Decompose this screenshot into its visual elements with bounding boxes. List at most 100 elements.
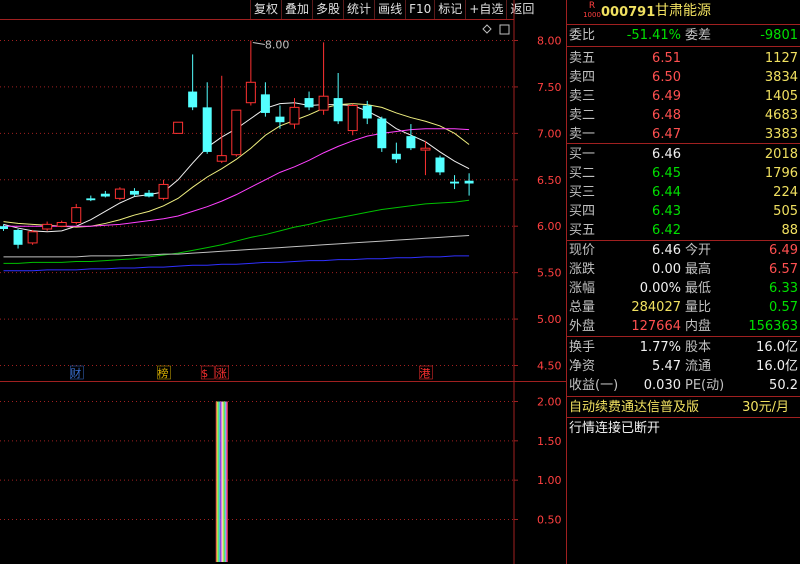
candle[interactable] — [318, 42, 329, 115]
fundamental-row[interactable]: 收益(一) 0.030 PE(动) 50.2 — [567, 376, 800, 395]
candle[interactable] — [333, 73, 343, 125]
candle[interactable] — [13, 229, 23, 249]
fund-value: 5.47 — [652, 359, 681, 374]
candle[interactable] — [188, 54, 198, 111]
candle-body-up — [245, 81, 256, 104]
sell-level-5[interactable]: 卖五 6.51 1127 — [567, 49, 800, 68]
stock-code[interactable]: 000791 — [601, 3, 655, 22]
candle-body-down — [129, 190, 139, 195]
candle[interactable] — [377, 116, 387, 152]
candle-body-up — [56, 222, 67, 227]
candle[interactable] — [304, 91, 314, 111]
candle[interactable] — [100, 190, 110, 198]
candle-body-down — [86, 198, 96, 201]
candle[interactable] — [216, 75, 227, 164]
fundamental-row[interactable]: 换手 1.77% 股本 16.0亿 — [567, 338, 800, 357]
buy-label: 买二 — [569, 166, 596, 181]
stock-name[interactable]: 甘肃能源 — [655, 2, 711, 21]
quote-label-2: 今开 — [685, 243, 712, 258]
quote-label: 外盘 — [569, 319, 596, 334]
candle-body-down — [304, 98, 314, 108]
candle[interactable] — [202, 82, 212, 154]
fundamental-row[interactable]: 净资 5.47 流通 16.0亿 — [567, 357, 800, 376]
candle-body-up — [289, 106, 300, 125]
quote-label-2: 最低 — [685, 281, 712, 296]
kline-chart[interactable]: 2.00 1.50 1.00 0.50 8.00 7.50 7.00 6.50 6.00 5.5… — [0, 0, 566, 564]
candle[interactable] — [420, 140, 431, 176]
candle[interactable] — [173, 121, 184, 134]
buy-volume: 1796 — [764, 166, 798, 181]
event-tag[interactable]: 榜 — [158, 366, 169, 380]
candle[interactable] — [56, 220, 67, 228]
quote-value: 0.00 — [652, 262, 681, 277]
buy-level-4[interactable]: 买四 6.43 505 — [567, 202, 800, 221]
candle[interactable] — [42, 221, 53, 231]
event-tag[interactable]: 财 — [70, 366, 81, 380]
candle[interactable] — [27, 229, 38, 245]
window-box-icon[interactable] — [499, 24, 510, 35]
buy-level-2[interactable]: 买二 6.45 1796 — [567, 164, 800, 183]
ma-line-ma250 — [3, 255, 470, 272]
sell-level-2[interactable]: 卖二 6.48 4683 — [567, 106, 800, 125]
candle[interactable] — [231, 109, 242, 157]
sell-volume: 1405 — [764, 89, 798, 104]
quote-row[interactable]: 外盘 127664 内盘 156363 — [567, 317, 800, 336]
buy-price: 6.43 — [652, 204, 681, 219]
quote-value: 127664 — [631, 319, 681, 334]
candle[interactable] — [158, 179, 169, 201]
sell-level-3[interactable]: 卖三 6.49 1405 — [567, 87, 800, 106]
promo-price[interactable]: 30元/月 — [742, 398, 789, 417]
candle-body-down — [391, 153, 401, 160]
indicator-bar-stripe — [226, 401, 228, 562]
quote-row[interactable]: 总量 284027 量比 0.57 — [567, 298, 800, 317]
candle-body-up — [318, 95, 329, 111]
sell-level-4[interactable]: 卖四 6.50 3834 — [567, 68, 800, 87]
sell-price: 6.51 — [652, 51, 681, 66]
quote-row[interactable]: 现价 6.46 今开 6.49 — [567, 241, 800, 260]
buy-label: 买一 — [569, 147, 596, 162]
event-tag[interactable]: $ — [201, 367, 208, 380]
indicator-y-tick: 1.00 — [537, 474, 562, 487]
sell-level-1[interactable]: 卖一 6.47 3383 — [567, 125, 800, 144]
y-tick-label: 7.50 — [537, 81, 562, 94]
candle[interactable] — [391, 142, 401, 164]
sell-label: 卖五 — [569, 51, 596, 66]
candle[interactable] — [71, 203, 82, 225]
indicator-bar-stripe — [221, 401, 223, 562]
indicator-y-tick: 1.50 — [537, 435, 562, 448]
candle[interactable] — [347, 103, 358, 136]
fund-value-2: 16.0亿 — [756, 340, 798, 355]
indicator-bar[interactable] — [215, 401, 228, 563]
candle[interactable] — [260, 82, 270, 117]
candle[interactable] — [114, 187, 125, 201]
buy-label: 买三 — [569, 185, 596, 200]
fund-value: 1.77% — [639, 340, 681, 355]
sell-price: 6.47 — [652, 127, 681, 142]
promo-text[interactable]: 自动续费通达信普及版 — [569, 398, 699, 417]
buy-level-1[interactable]: 买一 6.46 2018 — [567, 145, 800, 164]
quote-row[interactable]: 涨跌 0.00 最高 6.57 — [567, 260, 800, 279]
candle[interactable] — [435, 155, 445, 176]
candle[interactable] — [450, 175, 460, 190]
quote-row[interactable]: 涨幅 0.00% 最低 6.33 — [567, 279, 800, 298]
buy-level-5[interactable]: 买五 6.42 88 — [567, 221, 800, 240]
quote-value-2: 156363 — [748, 319, 798, 334]
buy-level-3[interactable]: 买三 6.44 224 — [567, 183, 800, 202]
sell-volume: 1127 — [764, 51, 798, 66]
event-tag[interactable]: 涨 — [216, 367, 227, 380]
event-tag[interactable]: 港 — [419, 367, 430, 380]
candle-body-up — [114, 188, 125, 199]
candle[interactable] — [464, 173, 474, 196]
fund-label-2: 股本 — [685, 340, 712, 355]
candle[interactable] — [144, 190, 154, 198]
candle[interactable] — [245, 40, 256, 106]
candle[interactable] — [406, 124, 416, 151]
diamond-icon[interactable] — [482, 24, 492, 34]
y-tick-label: 6.50 — [537, 174, 562, 187]
promo-row[interactable]: 自动续费通达信普及版 30元/月 — [567, 398, 800, 417]
quote-panel: R 1000 000791 甘肃能源 委比 -51.41% 委差 -9801 卖… — [566, 0, 800, 564]
indicator-bar-stripe — [216, 401, 218, 562]
candle[interactable] — [86, 195, 96, 202]
candle[interactable] — [129, 188, 139, 197]
candle-body-up — [27, 231, 38, 244]
